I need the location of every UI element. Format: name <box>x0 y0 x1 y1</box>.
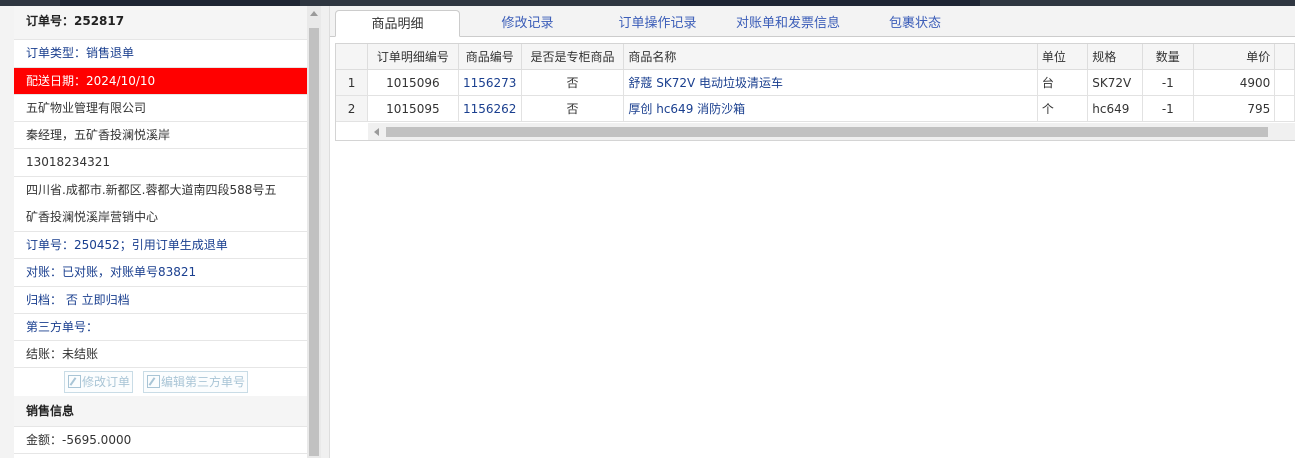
grid-horizontal-scrollbar[interactable] <box>368 123 1295 140</box>
unit-price-cell: 795 <box>1193 95 1276 122</box>
product-table: 订单明细编号 商品编号 是否是专柜商品 商品名称 单位 规格 数量 单价 1 1… <box>336 44 1295 122</box>
settlement-status: 结账：未结账 <box>14 341 307 368</box>
contact-person: 秦经理，五矿香投澜悦溪岸 <box>14 122 307 149</box>
reconcile-status[interactable]: 对账：已对账，对账单号83821 <box>14 259 307 287</box>
horizontal-scrollbar-thumb[interactable] <box>386 127 1268 137</box>
archive-status[interactable]: 归档： 否 立即归档 <box>14 287 307 314</box>
action-buttons-row: 修改订单 编辑第三方单号 <box>14 368 307 397</box>
product-detail-grid: 订单明细编号 商品编号 是否是专柜商品 商品名称 单位 规格 数量 单价 1 1… <box>335 43 1295 141</box>
column-header[interactable]: 单位 <box>1037 44 1089 70</box>
tab-statement-invoice[interactable]: 对账单和发票信息 <box>728 10 848 37</box>
table-row[interactable]: 2 1015095 1156262 否 厚创 hc649 消防沙箱 个 hc64… <box>336 95 1295 122</box>
scroll-up-arrow-icon[interactable] <box>310 11 318 16</box>
order-info-panel: 订单号：252817 订单类型：销售退单 配送日期：2024/10/10 五矿物… <box>14 6 308 458</box>
order-type: 订单类型：销售退单 <box>14 40 307 68</box>
edit-order-button[interactable]: 修改订单 <box>64 371 134 393</box>
column-header[interactable]: 规格 <box>1087 44 1144 70</box>
unit-cell: 个 <box>1037 95 1089 122</box>
left-panel-scrollbar[interactable] <box>307 6 321 458</box>
address-line-1: 四川省.成都市.新都区.蓉都大道南四段588号五 <box>26 183 277 197</box>
column-header[interactable]: 是否是专柜商品 <box>521 44 625 70</box>
delivery-address: 四川省.成都市.新都区.蓉都大道南四段588号五 矿香投澜悦溪岸营销中心 <box>14 177 307 232</box>
phone-number: 13018234321 <box>14 149 307 177</box>
column-header[interactable]: 商品编号 <box>458 44 522 70</box>
product-name-link[interactable]: 舒蔻 SK72V 电动垃圾清运车 <box>623 69 1038 96</box>
row-number-header <box>336 44 369 70</box>
edit-third-party-label: 编辑第三方单号 <box>161 375 246 389</box>
unit-cell: 台 <box>1037 69 1089 96</box>
detail-number-cell: 1015096 <box>367 69 459 96</box>
column-header[interactable]: 商品名称 <box>623 44 1038 70</box>
spec-cell: SK72V <box>1087 69 1144 96</box>
third-party-order-no: 第三方单号： <box>14 314 307 341</box>
row-number: 2 <box>336 95 369 122</box>
quantity-cell: -1 <box>1142 69 1194 96</box>
edit-order-label: 修改订单 <box>82 375 131 389</box>
referenced-order[interactable]: 订单号：250452；引用订单生成退单 <box>14 232 307 259</box>
tab-product-details[interactable]: 商品明细 <box>335 10 460 37</box>
row-number: 1 <box>336 69 369 96</box>
counter-product-cell: 否 <box>521 95 625 122</box>
order-number-header: 订单号：252817 <box>14 6 307 40</box>
edit-third-party-button[interactable]: 编辑第三方单号 <box>143 371 249 393</box>
company-name: 五矿物业管理有限公司 <box>14 95 307 122</box>
sales-info-header: 销售信息 <box>14 396 307 427</box>
column-header-overflow <box>1274 44 1295 70</box>
unit-price-cell: 4900 <box>1193 69 1276 96</box>
product-number-link[interactable]: 1156262 <box>458 95 522 122</box>
tab-operation-log[interactable]: 订单操作记录 <box>600 10 715 37</box>
spec-cell: hc649 <box>1087 95 1144 122</box>
column-header[interactable]: 数量 <box>1142 44 1194 70</box>
scrollbar-thumb[interactable] <box>309 28 319 456</box>
left-margin <box>0 6 14 458</box>
edit-icon <box>147 375 160 388</box>
product-name-link[interactable]: 厚创 hc649 消防沙箱 <box>623 95 1038 122</box>
scroll-left-arrow-icon[interactable] <box>374 128 379 136</box>
quantity-cell: -1 <box>1142 95 1194 122</box>
overflow-cell <box>1274 95 1295 122</box>
address-line-2: 矿香投澜悦溪岸营销中心 <box>26 210 159 224</box>
edit-icon <box>68 375 81 388</box>
column-header[interactable]: 订单明细编号 <box>367 44 459 70</box>
column-header[interactable]: 单价 <box>1193 44 1276 70</box>
delivery-date: 配送日期：2024/10/10 <box>14 68 307 95</box>
product-number-link[interactable]: 1156273 <box>458 69 522 96</box>
panel-divider <box>321 6 330 458</box>
tab-change-log[interactable]: 修改记录 <box>470 10 585 37</box>
detail-number-cell: 1015095 <box>367 95 459 122</box>
overflow-cell <box>1274 69 1295 96</box>
amount: 金额：-5695.0000 <box>14 427 307 454</box>
table-header-row: 订单明细编号 商品编号 是否是专柜商品 商品名称 单位 规格 数量 单价 <box>336 44 1295 70</box>
tab-package-status[interactable]: 包裹状态 <box>870 10 960 37</box>
counter-product-cell: 否 <box>521 69 625 96</box>
table-row[interactable]: 1 1015096 1156273 否 舒蔻 SK72V 电动垃圾清运车 台 S… <box>336 69 1295 96</box>
detail-tabs: 商品明细 修改记录 订单操作记录 对账单和发票信息 包裹状态 <box>330 6 1295 37</box>
